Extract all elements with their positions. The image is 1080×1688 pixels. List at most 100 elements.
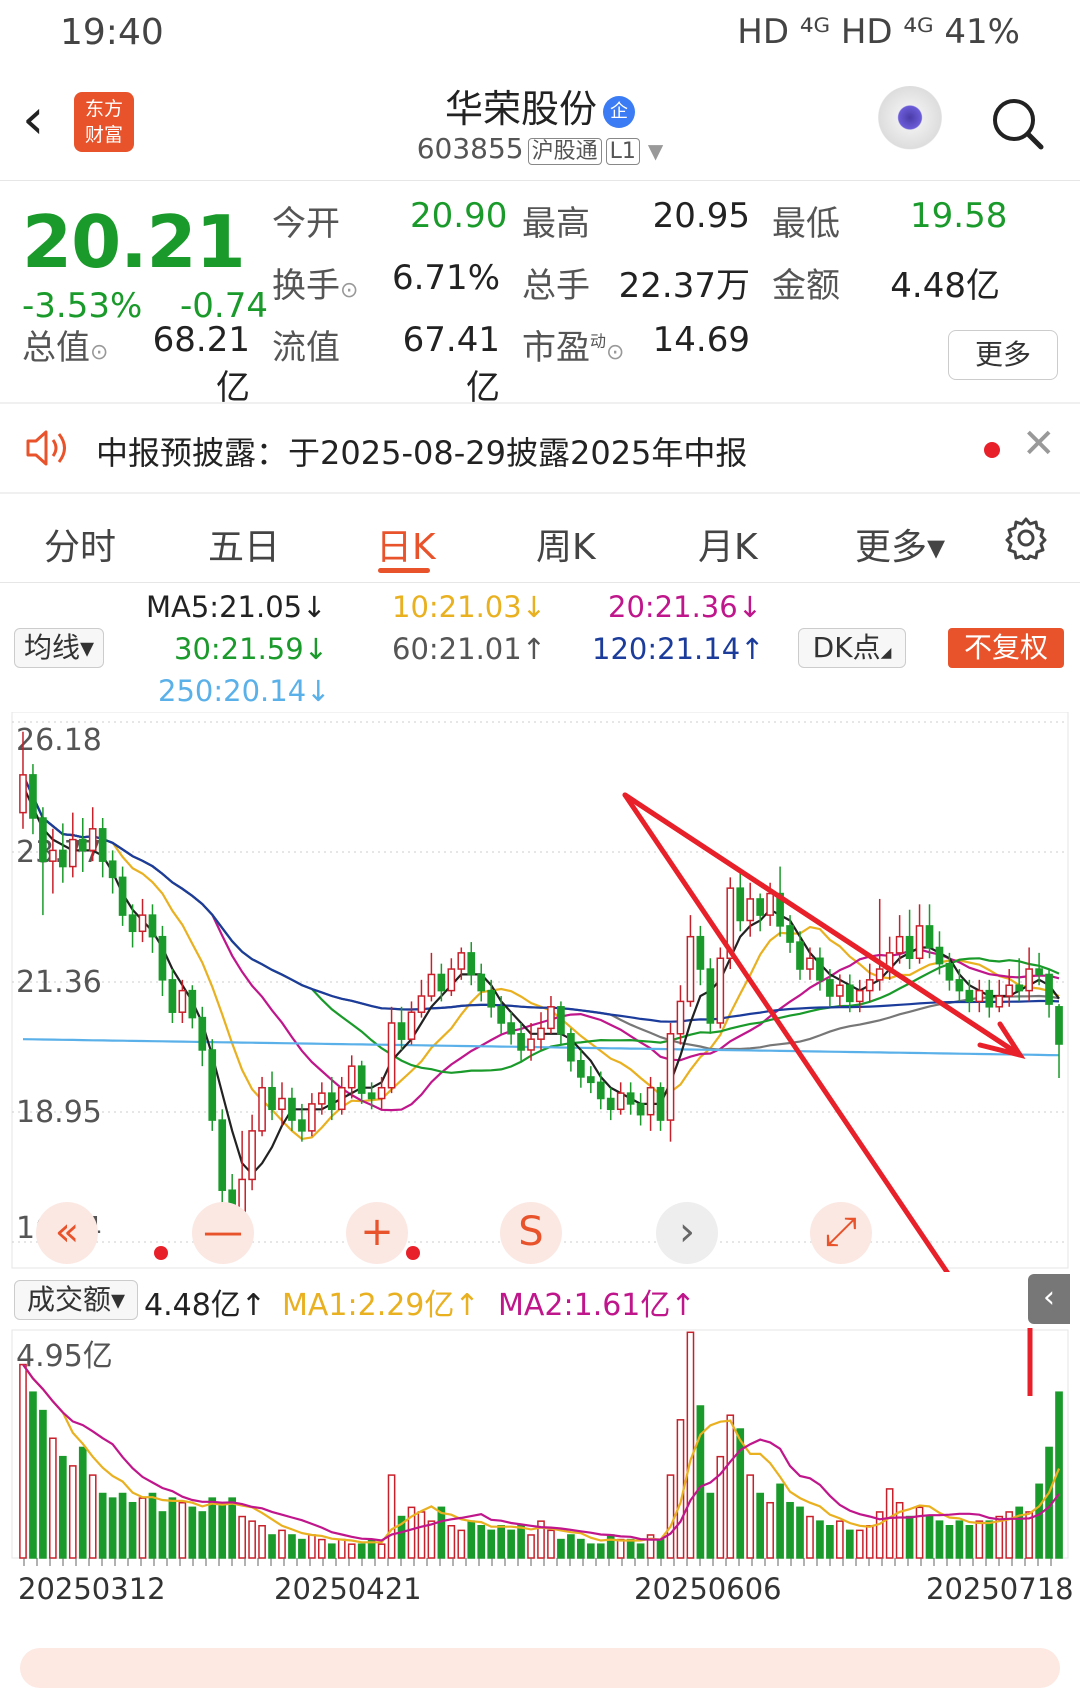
gear-icon[interactable] bbox=[1004, 516, 1048, 560]
info-icon[interactable]: ⊙ bbox=[606, 340, 624, 365]
date-label: 20250718 bbox=[926, 1572, 1074, 1606]
info-icon[interactable]: ⊙ bbox=[90, 340, 108, 365]
candle-body bbox=[975, 989, 984, 1003]
candle-body bbox=[736, 887, 745, 922]
candle-body bbox=[407, 1011, 416, 1040]
candle-body bbox=[19, 774, 27, 814]
candle-body bbox=[357, 1065, 366, 1094]
volume-selector[interactable]: 成交额▾ bbox=[14, 1280, 138, 1320]
volume-bar bbox=[826, 1525, 834, 1559]
candle-body bbox=[298, 1119, 306, 1132]
candle-body bbox=[208, 1049, 217, 1121]
volume-value: 22.37万 bbox=[618, 266, 750, 306]
volume-bar bbox=[865, 1525, 874, 1559]
close-icon[interactable]: ✕ bbox=[1022, 424, 1056, 464]
volume-bar bbox=[238, 1515, 246, 1559]
candle-body bbox=[626, 1092, 635, 1105]
zoom-out-button[interactable]: — bbox=[192, 1202, 254, 1264]
fullscreen-button[interactable]: ⤢ bbox=[810, 1202, 872, 1264]
volume-chart[interactable]: 4.95亿 bbox=[0, 1326, 1080, 1566]
candle-body bbox=[447, 968, 456, 992]
turnover-label[interactable]: 换手⊙ bbox=[272, 258, 358, 307]
mcap-label[interactable]: 总值⊙ bbox=[22, 320, 108, 369]
tab-daily-k[interactable]: 日K bbox=[376, 518, 436, 570]
tab-monthly-k[interactable]: 月K bbox=[698, 518, 758, 570]
date-label: 20250421 bbox=[274, 1572, 422, 1606]
price-adjust-button[interactable]: 不复权 bbox=[948, 628, 1064, 668]
zoom-in-button[interactable]: + bbox=[346, 1202, 408, 1264]
search-icon[interactable] bbox=[990, 96, 1044, 150]
candle-body bbox=[108, 860, 117, 879]
volume-bar bbox=[467, 1520, 476, 1559]
pe-label[interactable]: 市盈动⊙ bbox=[522, 320, 624, 369]
ma-selector[interactable]: 均线▾ bbox=[14, 628, 104, 668]
next-button[interactable]: › bbox=[656, 1202, 718, 1264]
volume-bar bbox=[228, 1497, 237, 1559]
volume-bar bbox=[726, 1414, 735, 1559]
pe-label-text: 市盈 bbox=[522, 328, 590, 368]
candle-body bbox=[666, 1033, 675, 1121]
mcap-label-text: 总值 bbox=[22, 328, 90, 368]
volume-bar bbox=[885, 1488, 894, 1559]
volume-bar bbox=[845, 1529, 854, 1559]
more-quote-button[interactable]: 更多 bbox=[948, 330, 1058, 380]
candle-body bbox=[875, 968, 884, 981]
volume-bar bbox=[108, 1497, 117, 1559]
tab-intraday[interactable]: 分时 bbox=[44, 518, 116, 570]
chevron-down-icon[interactable]: ▼ bbox=[648, 139, 663, 163]
candle-body bbox=[367, 1092, 376, 1100]
info-icon[interactable]: ⊙ bbox=[340, 278, 358, 303]
candle-body bbox=[656, 1086, 665, 1121]
volume-bar bbox=[327, 1543, 336, 1559]
notice-banner[interactable]: 中报预披露：于2025-08-29披露2025年中报 ✕ bbox=[0, 404, 1080, 490]
tab-more[interactable]: 更多▾ bbox=[855, 518, 945, 570]
candle-body bbox=[527, 1038, 535, 1051]
bottom-action-bar[interactable] bbox=[20, 1648, 1060, 1688]
volume-bar bbox=[218, 1501, 227, 1559]
candlestick-chart[interactable]: 26.1823.7721.3618.9516.54 bbox=[0, 712, 1080, 1272]
volume-bar bbox=[288, 1534, 296, 1559]
high-label: 最高 bbox=[522, 204, 590, 244]
candle-body bbox=[58, 849, 67, 868]
candle-body bbox=[547, 1006, 555, 1030]
volume-bar bbox=[98, 1492, 107, 1559]
volume-bar bbox=[586, 1543, 595, 1559]
s-signal-button[interactable]: S bbox=[500, 1202, 562, 1264]
active-tab-indicator bbox=[378, 568, 430, 573]
volume-bar bbox=[29, 1391, 37, 1559]
candle-body bbox=[1035, 968, 1043, 976]
candle-body bbox=[148, 914, 157, 938]
volume-bar bbox=[786, 1501, 794, 1559]
divider bbox=[0, 180, 1080, 181]
volume-bar bbox=[816, 1520, 824, 1559]
candle-body bbox=[766, 892, 774, 916]
volume-bar bbox=[656, 1538, 665, 1559]
collapse-panel-button[interactable]: ‹ bbox=[1028, 1274, 1070, 1324]
volume-bar bbox=[836, 1520, 844, 1559]
turnover-label-text: 换手 bbox=[272, 266, 340, 306]
volume-bar bbox=[477, 1525, 486, 1559]
status-time: 19:40 bbox=[60, 12, 164, 53]
volume-bar bbox=[357, 1543, 366, 1559]
candle-body bbox=[616, 1092, 625, 1111]
volume-bar bbox=[666, 1474, 675, 1559]
candle-body bbox=[427, 973, 436, 997]
status-indicators: HD ⁴ᴳ HD ⁴ᴳ 41% bbox=[737, 12, 1020, 52]
level-tag: L1 bbox=[605, 138, 640, 165]
float-value: 67.41亿 bbox=[402, 320, 500, 408]
assistant-avatar-icon[interactable] bbox=[875, 86, 945, 156]
rewind-button[interactable]: « bbox=[36, 1202, 98, 1264]
dk-point-label: DK点 bbox=[812, 631, 881, 664]
candle-body bbox=[1045, 973, 1053, 1005]
tab-weekly-k[interactable]: 周K bbox=[536, 518, 596, 570]
volume-bar bbox=[985, 1520, 994, 1559]
volume-bar bbox=[19, 1363, 27, 1559]
tab-five-day[interactable]: 五日 bbox=[208, 518, 280, 570]
candle-body bbox=[816, 957, 824, 981]
volume-bar bbox=[417, 1511, 426, 1559]
dk-point-button[interactable]: DK点◢ bbox=[798, 628, 906, 668]
candle-body bbox=[188, 989, 197, 1019]
volume-bar bbox=[58, 1455, 67, 1559]
candle-body bbox=[218, 1119, 227, 1191]
candle-body bbox=[965, 989, 974, 1003]
